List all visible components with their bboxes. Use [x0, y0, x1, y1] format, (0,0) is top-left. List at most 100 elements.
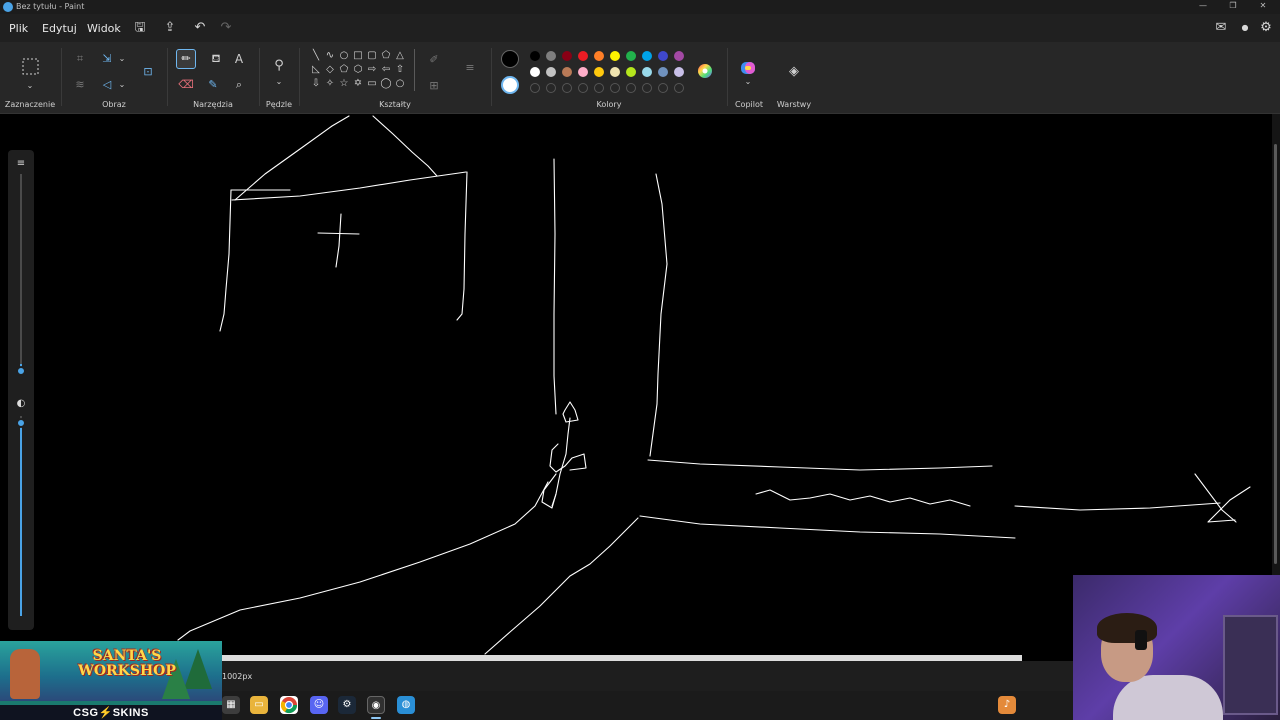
pencil-tool-button[interactable]: ✏: [176, 49, 196, 69]
menu-view[interactable]: Widok: [87, 22, 121, 35]
callout-cloud-shape-icon[interactable]: ○: [394, 78, 406, 90]
magnifier-icon[interactable]: ⌕: [231, 77, 247, 93]
chevron-down-icon[interactable]: ⌄: [271, 74, 287, 90]
fill-icon[interactable]: ⊞: [426, 78, 442, 94]
primary-color-swatch[interactable]: [501, 50, 519, 68]
color-swatch[interactable]: [626, 51, 636, 61]
fill-bucket-icon[interactable]: ⛾: [208, 51, 224, 67]
color-swatch[interactable]: [674, 51, 684, 61]
custom-color-slot[interactable]: [530, 83, 540, 93]
rectangle-shape-icon[interactable]: □: [352, 50, 364, 62]
brush-icon[interactable]: ⚲: [271, 58, 287, 74]
menu-edit[interactable]: Edytuj: [42, 22, 77, 35]
image-select-icon[interactable]: ⊡: [140, 64, 156, 80]
chevron-down-icon[interactable]: ⌄: [740, 74, 756, 90]
undo-icon[interactable]: ↶: [192, 20, 208, 36]
opacity-slider-knob[interactable]: [16, 418, 26, 428]
arrow-up-shape-icon[interactable]: ⇧: [394, 64, 406, 76]
custom-color-slot[interactable]: [610, 83, 620, 93]
hexagon-shape-icon[interactable]: ⬡: [352, 64, 364, 76]
color-swatch[interactable]: [626, 67, 636, 77]
custom-color-slot[interactable]: [578, 83, 588, 93]
menu-file[interactable]: Plik: [9, 22, 28, 35]
polygon-shape-icon[interactable]: ⬠: [380, 50, 392, 62]
maximize-button[interactable]: ❐: [1226, 1, 1240, 13]
color-swatch[interactable]: [562, 67, 572, 77]
share-icon[interactable]: ⇪: [162, 20, 178, 36]
color-swatch[interactable]: [562, 51, 572, 61]
right-triangle-shape-icon[interactable]: ◺: [310, 64, 322, 76]
triangle-shape-icon[interactable]: △: [394, 50, 406, 62]
custom-color-slot[interactable]: [594, 83, 604, 93]
color-swatch[interactable]: [642, 51, 652, 61]
curve-shape-icon[interactable]: ∿: [324, 50, 336, 62]
color-swatch[interactable]: [610, 67, 620, 77]
crop-icon[interactable]: ⌗: [72, 51, 88, 67]
custom-color-slot[interactable]: [626, 83, 636, 93]
color-swatch[interactable]: [546, 67, 556, 77]
color-swatch[interactable]: [546, 51, 556, 61]
redo-icon[interactable]: ↷: [218, 20, 234, 36]
chevron-down-icon[interactable]: ⌄: [22, 78, 38, 94]
chevron-down-icon[interactable]: ⌄: [114, 77, 130, 93]
color-swatch[interactable]: [658, 67, 668, 77]
color-swatch[interactable]: [578, 67, 588, 77]
settings-gear-icon[interactable]: ⚙: [1258, 20, 1274, 36]
background-remove-icon[interactable]: ≋: [72, 77, 88, 93]
oval-shape-icon[interactable]: ○: [338, 50, 350, 62]
color-swatch[interactable]: [610, 51, 620, 61]
color-swatch[interactable]: [594, 51, 604, 61]
star-four-shape-icon[interactable]: ✧: [324, 78, 336, 90]
obs-icon[interactable]: ◉: [367, 696, 385, 714]
callout-rect-shape-icon[interactable]: ▭: [366, 78, 378, 90]
color-swatch[interactable]: [530, 51, 540, 61]
pentagon-shape-icon[interactable]: ⬠: [338, 64, 350, 76]
paint-icon[interactable]: ◍: [397, 696, 415, 714]
color-swatch[interactable]: [594, 67, 604, 77]
star-five-shape-icon[interactable]: ☆: [338, 78, 350, 90]
color-swatch[interactable]: [642, 67, 652, 77]
rectangle-select-icon[interactable]: [22, 58, 39, 75]
custom-color-slot[interactable]: [658, 83, 668, 93]
discord-icon[interactable]: ☺: [310, 696, 328, 714]
color-swatch[interactable]: [658, 51, 668, 61]
layers-icon[interactable]: ◈: [786, 64, 802, 80]
notification-icon[interactable]: ♪: [998, 696, 1016, 714]
windows-start-icon[interactable]: ▦: [222, 696, 240, 714]
edit-colors-icon[interactable]: [696, 62, 714, 80]
save-icon[interactable]: 🖫: [132, 20, 148, 36]
outline-icon[interactable]: ✐: [426, 52, 442, 68]
line-shape-icon[interactable]: ╲: [310, 50, 322, 62]
custom-color-slot[interactable]: [674, 83, 684, 93]
color-swatch[interactable]: [674, 67, 684, 77]
arrow-down-shape-icon[interactable]: ⇩: [310, 78, 322, 90]
vertical-scroll-thumb[interactable]: [1274, 144, 1277, 564]
custom-color-slot[interactable]: [562, 83, 572, 93]
minimize-button[interactable]: —: [1196, 1, 1210, 13]
eraser-icon[interactable]: ⌫: [178, 77, 194, 93]
color-swatch[interactable]: [578, 51, 588, 61]
chevron-down-icon[interactable]: ⌄: [114, 51, 130, 67]
resize-icon[interactable]: ⇲: [99, 51, 115, 67]
file-explorer-icon[interactable]: ▭: [250, 696, 268, 714]
star-six-shape-icon[interactable]: ✡: [352, 78, 364, 90]
callout-oval-shape-icon[interactable]: ◯: [380, 78, 392, 90]
custom-color-slot[interactable]: [546, 83, 556, 93]
arrow-right-shape-icon[interactable]: ⇨: [366, 64, 378, 76]
feedback-icon[interactable]: ✉: [1213, 20, 1229, 36]
steam-icon[interactable]: ⚙: [338, 696, 356, 714]
chrome-icon[interactable]: [280, 696, 298, 714]
custom-color-slot[interactable]: [642, 83, 652, 93]
account-icon[interactable]: ●: [1237, 20, 1253, 36]
diamond-shape-icon[interactable]: ◇: [324, 64, 336, 76]
text-tool-icon[interactable]: A: [231, 51, 247, 67]
color-picker-icon[interactable]: ✎: [205, 77, 221, 93]
secondary-color-swatch[interactable]: [501, 76, 519, 94]
rounded-rectangle-shape-icon[interactable]: ▢: [366, 50, 378, 62]
rotate-icon[interactable]: ◁: [99, 77, 115, 93]
shape-size-icon[interactable]: ≡: [462, 60, 478, 76]
close-button[interactable]: ✕: [1256, 1, 1270, 13]
color-swatch[interactable]: [530, 67, 540, 77]
size-slider-knob[interactable]: [16, 366, 26, 376]
arrow-left-shape-icon[interactable]: ⇦: [380, 64, 392, 76]
